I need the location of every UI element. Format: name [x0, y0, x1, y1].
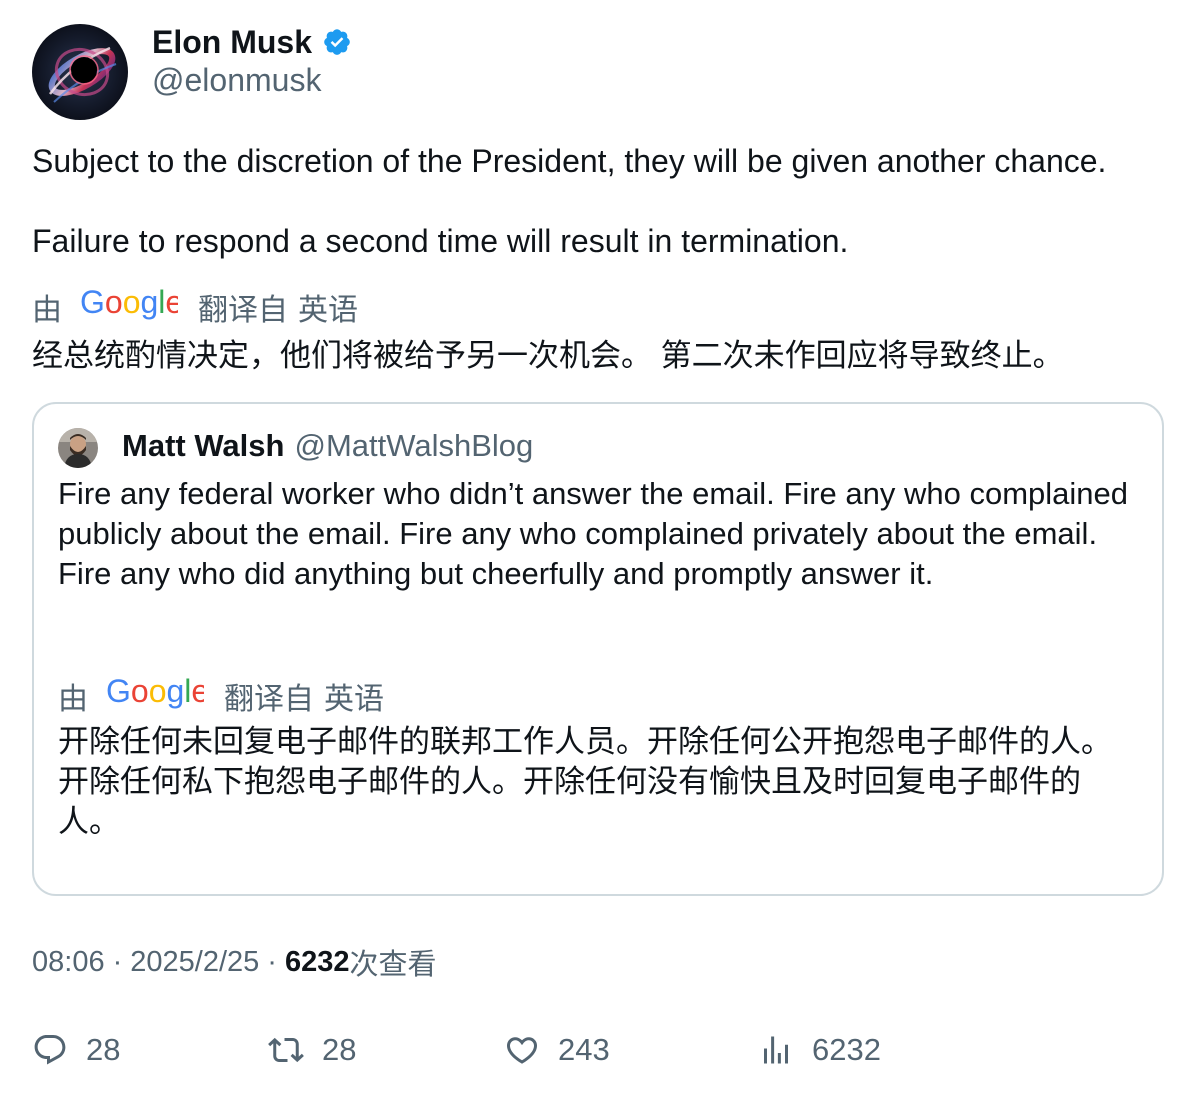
- meta-separator: ·: [267, 945, 277, 978]
- tweet-meta: 08:06 · 2025/2/25 · 6232 次查看: [32, 942, 436, 982]
- views-label: 次查看: [349, 949, 437, 981]
- repost-icon: [268, 1032, 304, 1068]
- reply-button[interactable]: 28: [32, 1030, 120, 1070]
- quoted-author-avatar[interactable]: [58, 428, 98, 468]
- translation-language: 英语: [298, 294, 358, 327]
- black-hole-avatar-icon: [32, 24, 128, 120]
- svg-text:Google: Google: [106, 674, 204, 709]
- tweet-text-line-1: Subject to the discretion of the Preside…: [32, 143, 1107, 179]
- author-handle[interactable]: @elonmusk: [152, 62, 321, 99]
- quoted-handle: @MattWalshBlog: [294, 428, 534, 463]
- views-action-count: 6232: [812, 1032, 881, 1067]
- tweet-date[interactable]: 2025/2/25: [130, 946, 259, 979]
- quoted-author-row: Matt Walsh @MattWalshBlog: [122, 426, 533, 466]
- quoted-display-name: Matt Walsh: [122, 428, 285, 463]
- translation-by-label: 由: [32, 294, 62, 327]
- meta-separator: ·: [112, 945, 123, 978]
- quoted-tweet-text: Fire any federal worker who didn’t answe…: [58, 476, 1128, 591]
- google-logo-icon: Google: [80, 284, 183, 329]
- tweet-translated-text: 经总统酌情决定，他们将被给予另一次机会。 第二次未作回应将导致终止。: [32, 338, 1064, 373]
- like-icon: [504, 1032, 540, 1068]
- svg-text:Google: Google: [80, 285, 178, 320]
- like-count: 243: [558, 1032, 610, 1067]
- quoted-translation-language: 英语: [324, 683, 384, 716]
- quoted-translated-text: 开除任何未回复电子邮件的联邦工作人员。开除任何公开抱怨电子邮件的人。开除任何私下…: [58, 724, 1112, 839]
- tweet-time[interactable]: 08:06: [32, 946, 105, 979]
- author-name-row: Elon Musk: [152, 22, 352, 62]
- repost-button[interactable]: 28: [268, 1030, 356, 1070]
- tweet-text-line-2: Failure to respond a second time will re…: [32, 223, 849, 259]
- author-avatar[interactable]: [32, 24, 128, 120]
- google-logo-icon: Google: [106, 673, 209, 718]
- views-icon: [758, 1032, 794, 1068]
- quoted-translation-from-label: 翻译自: [224, 683, 314, 716]
- profile-photo-avatar-icon: [58, 428, 98, 468]
- reply-icon: [32, 1032, 68, 1068]
- quoted-tweet-card[interactable]: Matt Walsh @MattWalshBlog Fire any feder…: [32, 402, 1164, 896]
- views-button[interactable]: 6232: [758, 1030, 881, 1070]
- translation-attribution[interactable]: 由 Google 翻译自 英语: [32, 284, 358, 329]
- translation-from-label: 翻译自: [198, 294, 288, 327]
- quoted-translation-attribution[interactable]: 由 Google 翻译自 英语: [58, 673, 384, 718]
- verified-badge-icon: [322, 27, 352, 57]
- quoted-translation-by-label: 由: [58, 683, 88, 716]
- reply-count: 28: [86, 1032, 121, 1067]
- author-display-name[interactable]: Elon Musk: [152, 24, 312, 61]
- views-count: 6232: [284, 945, 350, 978]
- repost-count: 28: [322, 1032, 357, 1067]
- like-button[interactable]: 243: [504, 1030, 610, 1070]
